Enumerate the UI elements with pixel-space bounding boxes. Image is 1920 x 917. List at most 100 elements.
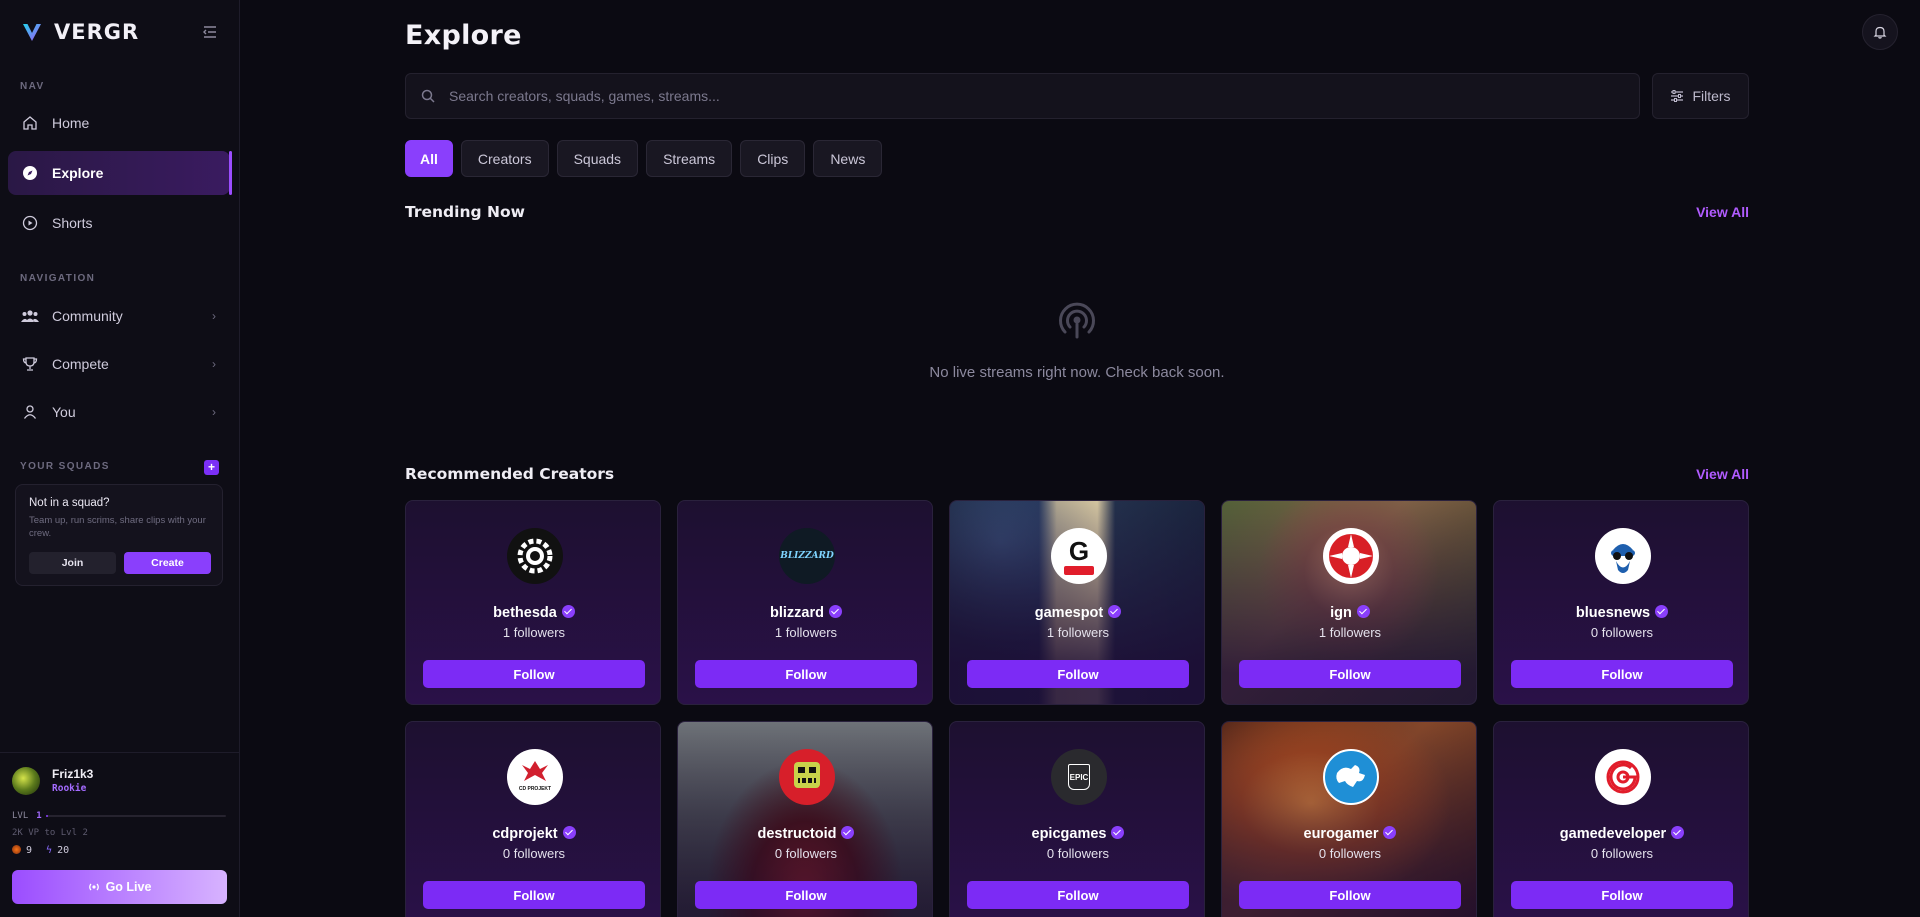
users-icon bbox=[21, 307, 39, 325]
create-squad-button[interactable]: Create bbox=[124, 552, 211, 574]
squad-card-description: Team up, run scrims, share clips with yo… bbox=[29, 515, 206, 539]
trending-view-all-link[interactable]: View All bbox=[1696, 204, 1749, 220]
coins-value: 9 bbox=[26, 845, 33, 856]
search-bar[interactable] bbox=[405, 73, 1640, 119]
creator-avatar bbox=[1323, 749, 1379, 805]
creator-card-epicgames[interactable]: EPIC epicgames 0 followers Follow bbox=[949, 721, 1205, 917]
creator-followers: 0 followers bbox=[1046, 846, 1110, 861]
tab-streams[interactable]: Streams bbox=[646, 140, 733, 177]
sidebar-item-label: You bbox=[52, 404, 76, 420]
follow-button[interactable]: Follow bbox=[1511, 660, 1733, 688]
creator-followers: 1 followers bbox=[1046, 625, 1110, 640]
creator-followers: 0 followers bbox=[1318, 846, 1382, 861]
sidebar-item-explore[interactable]: Explore bbox=[8, 151, 232, 195]
energy-stat: ϟ 20 bbox=[46, 845, 69, 856]
creator-card-gamespot[interactable]: G gamespot 1 followers Follow bbox=[949, 500, 1205, 705]
sidebar-item-community[interactable]: Community › bbox=[8, 294, 230, 338]
sidebar-item-shorts[interactable]: Shorts bbox=[8, 201, 230, 245]
verified-badge-icon bbox=[1108, 605, 1122, 618]
creator-card-ign[interactable]: ign 1 followers Follow bbox=[1221, 500, 1477, 705]
level-label: LVL bbox=[12, 811, 29, 821]
creator-followers: 0 followers bbox=[1590, 625, 1654, 640]
tab-all[interactable]: All bbox=[405, 140, 453, 177]
follow-button[interactable]: Follow bbox=[1511, 881, 1733, 909]
bell-icon bbox=[1873, 26, 1887, 39]
follow-button[interactable]: Follow bbox=[967, 881, 1189, 909]
user-icon bbox=[21, 403, 39, 421]
recommended-view-all-link[interactable]: View All bbox=[1696, 466, 1749, 482]
follow-button[interactable]: Follow bbox=[695, 660, 917, 688]
filter-tabs: All Creators Squads Streams Clips News bbox=[405, 140, 883, 177]
creator-avatar: CD PROJEKT bbox=[507, 749, 563, 805]
filters-label: Filters bbox=[1692, 88, 1731, 104]
sidebar-collapse-icon bbox=[203, 26, 216, 38]
follow-button[interactable]: Follow bbox=[423, 660, 645, 688]
energy-value: 20 bbox=[57, 845, 70, 856]
vp-note: 2K VP to Lvl 2 bbox=[12, 828, 88, 838]
creator-card-bethesda[interactable]: bethesda 1 followers Follow bbox=[405, 500, 661, 705]
search-icon bbox=[421, 89, 435, 103]
coins-stat: 9 bbox=[12, 845, 32, 856]
page-title: Explore bbox=[405, 20, 522, 51]
go-live-label: Go Live bbox=[105, 880, 152, 894]
avatar[interactable] bbox=[12, 767, 40, 795]
creator-card-gamedeveloper[interactable]: gamedeveloper 0 followers Follow bbox=[1493, 721, 1749, 917]
go-live-button[interactable]: Go Live bbox=[12, 870, 227, 904]
creator-name: eurogamer bbox=[1222, 826, 1476, 842]
creator-card-destructoid[interactable]: destructoid 0 followers Follow bbox=[677, 721, 933, 917]
join-squad-button[interactable]: Join bbox=[29, 552, 116, 574]
cdprojekt-logo-icon bbox=[522, 761, 548, 781]
brand[interactable]: VERGR bbox=[20, 20, 139, 44]
squad-card-title: Not in a squad? bbox=[29, 497, 110, 509]
sidebar-item-label: Compete bbox=[52, 356, 109, 372]
follow-button[interactable]: Follow bbox=[423, 881, 645, 909]
squad-card: Not in a squad? Team up, run scrims, sha… bbox=[15, 484, 223, 586]
follow-button[interactable]: Follow bbox=[967, 660, 1189, 688]
compass-icon bbox=[21, 164, 39, 182]
tab-squads[interactable]: Squads bbox=[556, 140, 639, 177]
chevron-right-icon: › bbox=[212, 309, 216, 323]
sidebar-item-home[interactable]: Home bbox=[8, 101, 230, 145]
sidebar-item-label: Home bbox=[52, 115, 90, 131]
sidebar-item-you[interactable]: You › bbox=[8, 390, 230, 434]
epic-logo: EPIC bbox=[1068, 764, 1090, 790]
creator-card-cdprojekt[interactable]: CD PROJEKT cdprojekt 0 followers Follow bbox=[405, 721, 661, 917]
creator-card-bluesnews[interactable]: bluesnews 0 followers Follow bbox=[1493, 500, 1749, 705]
play-circle-icon bbox=[21, 214, 39, 232]
filters-button[interactable]: Filters bbox=[1652, 73, 1749, 119]
brand-name: VERGR bbox=[54, 20, 140, 44]
sidebar: VERGR NAV Home Explore Shorts NAVIGATION… bbox=[0, 0, 240, 917]
collapse-sidebar-button[interactable] bbox=[200, 22, 220, 42]
profile-rank: Rookie bbox=[52, 783, 87, 794]
search-input[interactable] bbox=[449, 88, 1549, 104]
bolt-icon: ϟ bbox=[46, 845, 53, 856]
bethesda-logo-icon bbox=[517, 538, 553, 574]
creator-avatar: G bbox=[1051, 528, 1107, 584]
chevron-right-icon: › bbox=[212, 405, 216, 419]
creator-name: cdprojekt bbox=[406, 826, 660, 842]
creator-card-eurogamer[interactable]: eurogamer 0 followers Follow bbox=[1221, 721, 1477, 917]
destructoid-logo-icon bbox=[794, 762, 820, 788]
trophy-icon bbox=[21, 355, 39, 373]
tab-creators[interactable]: Creators bbox=[460, 140, 549, 177]
creator-avatar: EPIC bbox=[1051, 749, 1107, 805]
creator-card-blizzard[interactable]: BLIZZARD blizzard 1 followers Follow bbox=[677, 500, 933, 705]
level-progress-bar bbox=[46, 815, 226, 817]
home-icon bbox=[21, 114, 39, 132]
gamedeveloper-logo-icon bbox=[1606, 760, 1640, 794]
profile-name: Friz1k3 bbox=[52, 767, 94, 781]
verified-badge-icon bbox=[1356, 605, 1370, 618]
tab-clips[interactable]: Clips bbox=[740, 140, 806, 177]
creator-avatar: BLIZZARD bbox=[779, 528, 835, 584]
creator-avatar bbox=[779, 749, 835, 805]
follow-button[interactable]: Follow bbox=[1239, 660, 1461, 688]
ign-logo-icon bbox=[1329, 534, 1373, 578]
follow-button[interactable]: Follow bbox=[1239, 881, 1461, 909]
vergr-logo-icon bbox=[23, 24, 41, 41]
creator-avatar bbox=[1595, 749, 1651, 805]
notifications-button[interactable] bbox=[1862, 14, 1898, 50]
sidebar-item-compete[interactable]: Compete › bbox=[8, 342, 230, 386]
add-squad-button[interactable]: + bbox=[204, 460, 219, 475]
follow-button[interactable]: Follow bbox=[695, 881, 917, 909]
tab-news[interactable]: News bbox=[813, 140, 883, 177]
